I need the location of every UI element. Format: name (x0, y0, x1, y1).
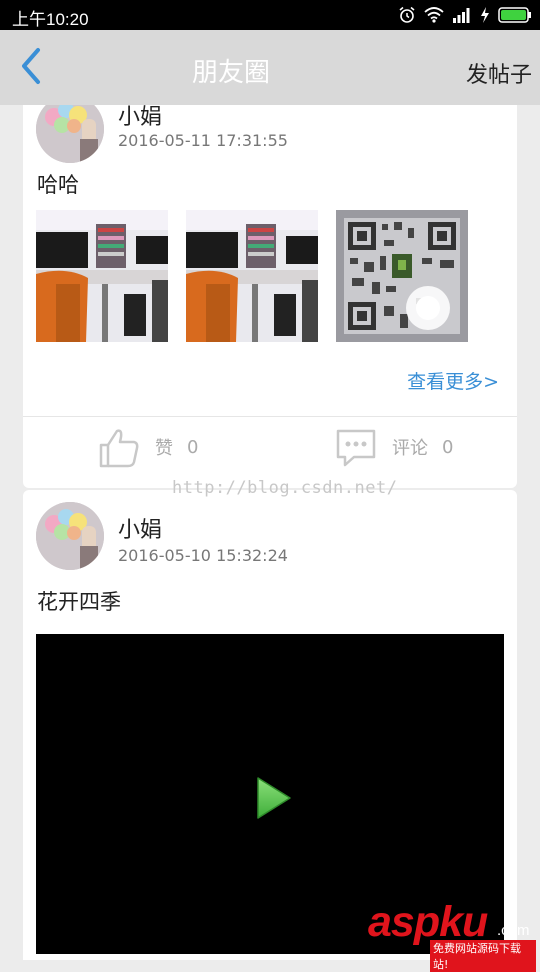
post-time: 2016-05-11 17:31:55 (118, 131, 288, 150)
post-image[interactable] (186, 210, 318, 342)
play-icon[interactable] (254, 775, 294, 821)
watermark-logo: aspku .com 免费网站源码下载站! (368, 898, 536, 972)
charging-icon (481, 7, 489, 23)
office-photo (36, 210, 168, 342)
status-bar: 上午10:20 (0, 0, 540, 30)
divider (23, 416, 517, 417)
back-button[interactable] (16, 44, 46, 88)
watermark-url: http://blog.csdn.net/ (172, 478, 398, 498)
status-time: 上午10:20 (12, 10, 89, 29)
post-card: 小娟 2016-05-11 17:31:55 哈哈 查看更多> 赞 0 评论 0 (23, 105, 517, 488)
avatar[interactable] (36, 105, 104, 163)
post-author[interactable]: 小娟 (118, 105, 162, 131)
avatar-photo (36, 502, 104, 570)
office-photo (186, 210, 318, 342)
watermark-brand-domain: .com (497, 922, 530, 939)
post-text: 哈哈 (37, 173, 79, 197)
watermark-brand-tagline: 免费网站源码下载站! (430, 940, 536, 972)
avatar-photo (36, 105, 104, 163)
page-title: 朋友圈 (192, 58, 271, 88)
comment-label: 评论 (392, 438, 428, 459)
comment-icon (336, 429, 376, 467)
post-image[interactable] (36, 210, 168, 342)
post-image[interactable] (336, 210, 468, 342)
app-header: 朋友圈 发帖子 (0, 30, 540, 105)
signal-icon (453, 8, 470, 23)
status-icons (398, 5, 532, 25)
comment-button[interactable]: 评论 0 (334, 425, 453, 469)
post-author[interactable]: 小娟 (118, 512, 162, 544)
new-post-button[interactable]: 发帖子 (466, 57, 532, 89)
chevron-left-icon (22, 48, 40, 84)
avatar[interactable] (36, 502, 104, 570)
thumbs-up-icon (99, 429, 139, 468)
comment-count: 0 (442, 436, 454, 458)
qr-code-photo (336, 210, 468, 342)
wifi-icon (424, 7, 444, 23)
alarm-icon (399, 6, 415, 23)
post-text: 花开四季 (37, 590, 121, 614)
battery-icon (498, 7, 531, 23)
feed-list[interactable]: 小娟 2016-05-11 17:31:55 哈哈 查看更多> 赞 0 评论 0… (0, 105, 540, 960)
like-button[interactable]: 赞 0 (97, 425, 198, 469)
post-time: 2016-05-10 15:32:24 (118, 546, 288, 565)
view-more-link[interactable]: 查看更多> (407, 367, 499, 394)
post-card: 小娟 2016-05-10 15:32:24 花开四季 (23, 490, 517, 960)
like-count: 0 (187, 436, 199, 458)
like-label: 赞 (155, 438, 173, 459)
